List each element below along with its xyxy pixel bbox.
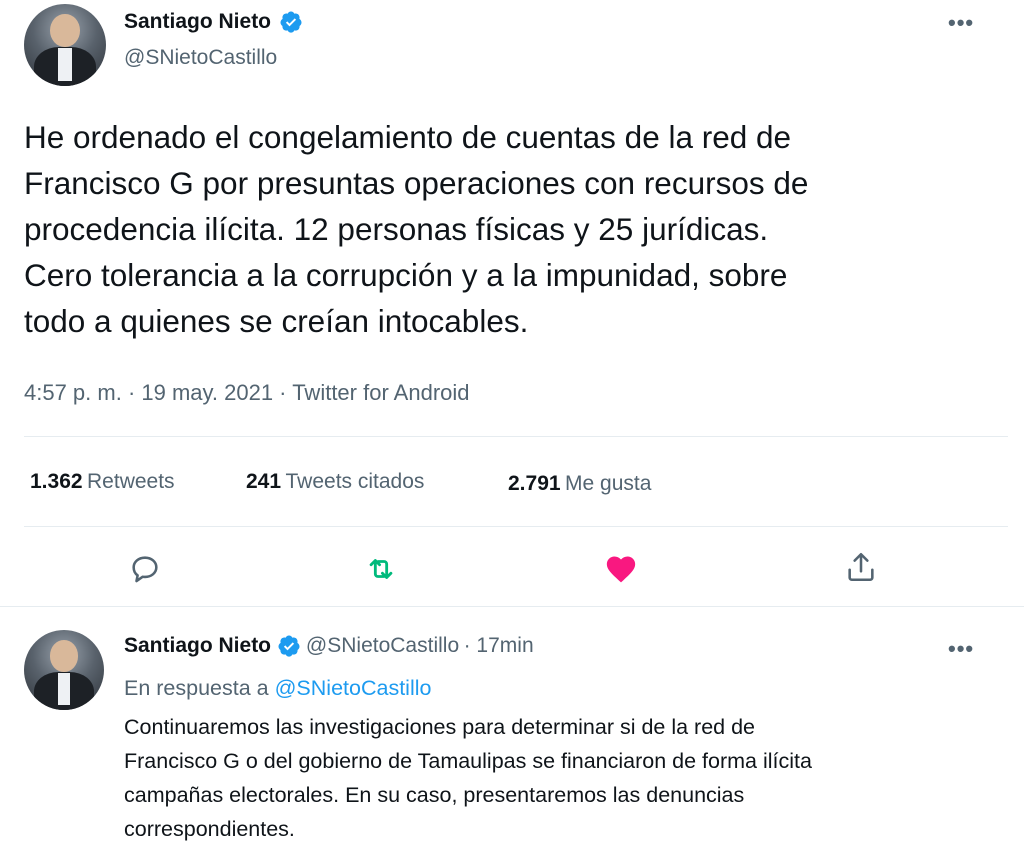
reply-text-line: Continuaremos las investigaciones para d… <box>124 715 756 739</box>
replying-to-handle[interactable]: @SNietoCastillo <box>275 676 432 700</box>
avatar[interactable] <box>24 630 104 710</box>
stat-likes[interactable]: 2.791 Me gusta <box>508 472 651 496</box>
tweet-text-line: He ordenado el congelamiento de cuentas … <box>24 119 792 155</box>
reply-author-name[interactable]: Santiago Nieto <box>124 634 271 657</box>
reply-text-line: Francisco G o del gobierno de Tamaulipas… <box>124 749 812 773</box>
divider <box>24 436 1008 437</box>
divider <box>24 526 1008 527</box>
share-icon[interactable] <box>844 550 878 584</box>
divider <box>0 606 1024 607</box>
reply-time[interactable]: · 17min <box>464 634 534 657</box>
likes-count: 2.791 <box>508 472 561 495</box>
author-header: Santiago Nieto <box>124 10 303 34</box>
more-icon[interactable]: ••• <box>948 10 974 36</box>
replying-to: En respuesta a @SNietoCastillo <box>124 676 431 701</box>
author-handle[interactable]: @SNietoCastillo <box>124 46 277 70</box>
retweet-icon[interactable] <box>362 552 400 586</box>
quotes-label: Tweets citados <box>285 470 425 493</box>
tweet-timestamp[interactable]: 4:57 p. m. · 19 may. 2021 · Twitter for … <box>24 380 470 406</box>
heart-icon[interactable] <box>603 552 639 586</box>
author-name[interactable]: Santiago Nieto <box>124 10 271 33</box>
tweet-text-line: Francisco G por presuntas operaciones co… <box>24 165 809 201</box>
stat-quotes[interactable]: 241 Tweets citados <box>246 470 424 494</box>
likes-label: Me gusta <box>565 472 652 495</box>
tweet-text: He ordenado el congelamiento de cuentas … <box>24 114 1004 344</box>
stat-retweets[interactable]: 1.362 Retweets <box>30 470 175 494</box>
reply-icon[interactable] <box>128 552 162 586</box>
tweet-text-line: procedencia ilícita. 12 personas físicas… <box>24 211 769 247</box>
reply-header: Santiago Nieto @SNietoCastillo · 17min <box>124 634 534 658</box>
reply-text: Continuaremos las investigaciones para d… <box>124 710 1004 846</box>
more-icon[interactable]: ••• <box>948 636 974 662</box>
reply-author-handle[interactable]: @SNietoCastillo <box>306 634 459 657</box>
reply-text-line: correspondientes. <box>124 817 295 841</box>
retweets-label: Retweets <box>87 470 175 493</box>
tweet-text-line: Cero tolerancia a la corrupción y a la i… <box>24 257 788 293</box>
tweet-text-line: todo a quienes se creían intocables. <box>24 303 529 339</box>
avatar[interactable] <box>24 4 106 86</box>
retweets-count: 1.362 <box>30 470 83 493</box>
verified-badge-icon <box>280 11 302 33</box>
replying-to-label: En respuesta a <box>124 676 269 700</box>
verified-badge-icon <box>278 635 300 657</box>
reply-text-line: campañas electorales. En su caso, presen… <box>124 783 745 807</box>
quotes-count: 241 <box>246 470 282 493</box>
